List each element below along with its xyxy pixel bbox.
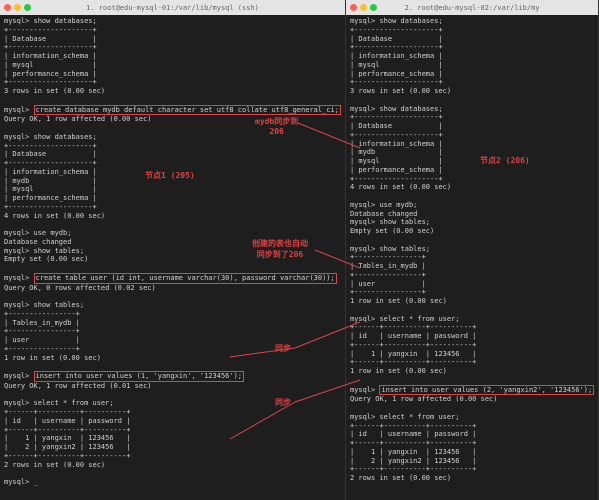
terminal-output-right[interactable]: mysql> show databases; +----------------…: [346, 15, 598, 500]
titlebar-left: 1. root@edu-mysql-01:/var/lib/mysql (ssh…: [0, 0, 345, 15]
sql-create-db: create database mydb default character s…: [34, 105, 341, 116]
annotation-node1: 节点1 (205): [145, 170, 195, 181]
window-title: 2. root@edu-mysql-02:/var/lib/my: [346, 4, 598, 12]
terminal-pane-right: 2. root@edu-mysql-02:/var/lib/my mysql> …: [346, 0, 599, 500]
sql-create-table: create table user (id int, username varc…: [34, 273, 337, 284]
titlebar-right: 2. root@edu-mysql-02:/var/lib/my: [346, 0, 598, 15]
annotation-table-sync: 创建的表也自动 同步到了206: [252, 238, 308, 260]
window-title: 1. root@edu-mysql-01:/var/lib/mysql (ssh…: [0, 4, 345, 12]
annotation-sync1: 同步: [275, 343, 291, 354]
annotation-node2: 节点2 (206): [480, 155, 530, 166]
annotation-sync2: 同步: [275, 397, 291, 408]
sql-insert-2: insert into user values (2, 'yangxin2', …: [379, 385, 594, 396]
sql-insert-1: insert into user values (1, 'yangxin', '…: [34, 371, 245, 382]
annotation-mydb-sync: mydb同步到 206: [255, 116, 298, 136]
